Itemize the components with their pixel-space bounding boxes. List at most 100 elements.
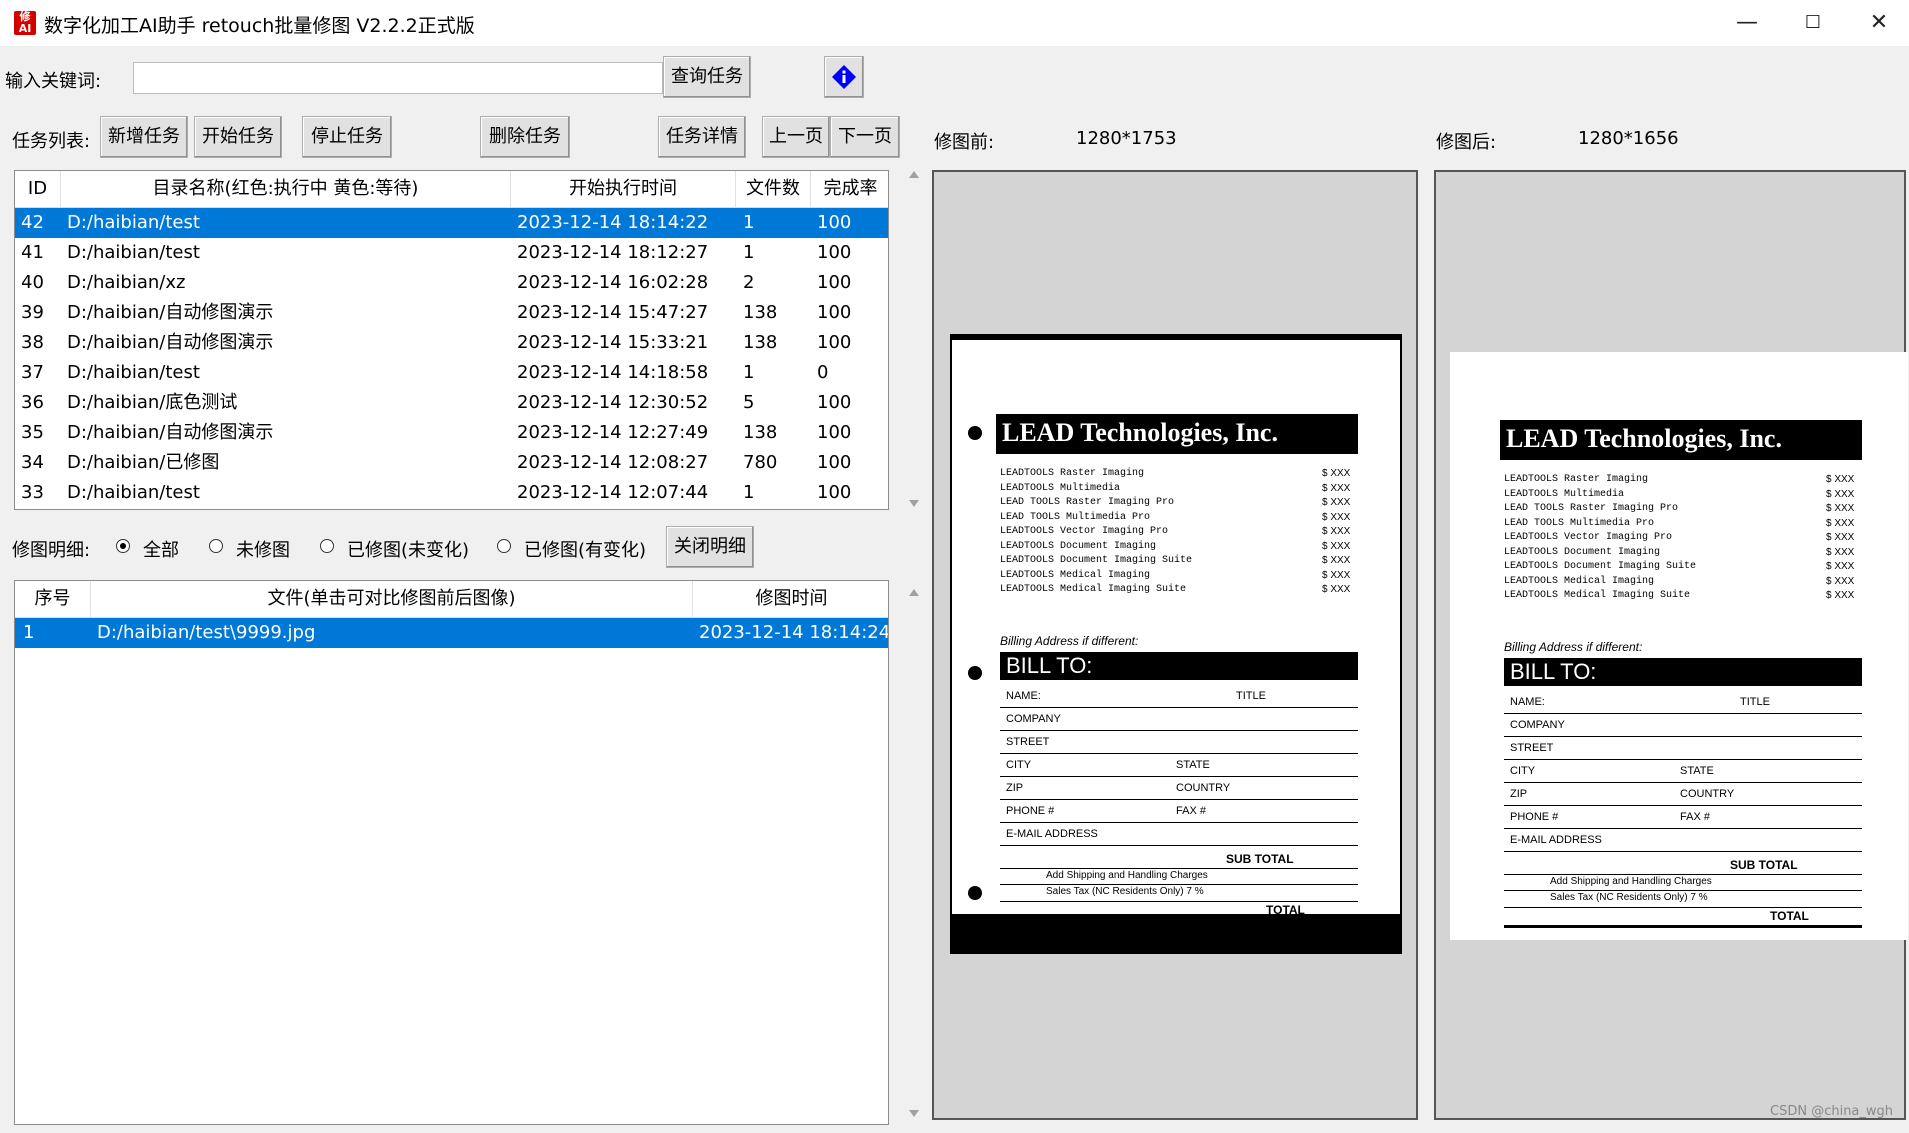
form-line bbox=[1504, 713, 1862, 714]
task-cell-id: 34 bbox=[21, 452, 44, 473]
before-image[interactable]: LEAD Technologies, Inc. LEADTOOLS Raster … bbox=[950, 334, 1402, 954]
task-cell-dir: D:/haibian/自动修图演示 bbox=[67, 332, 274, 353]
form-line bbox=[1504, 782, 1862, 783]
product-price: $ XXX bbox=[1826, 517, 1855, 529]
col-file-count[interactable]: 文件数 bbox=[736, 171, 811, 207]
form-line bbox=[1504, 874, 1862, 875]
task-cell-time: 2023-12-14 15:33:21 bbox=[517, 332, 709, 353]
task-row[interactable]: 41 D:/haibian/test 2023-12-14 18:12:27 1 100 bbox=[15, 238, 888, 268]
form-line bbox=[1504, 851, 1862, 852]
task-cell-rate: 0 bbox=[817, 362, 829, 383]
task-cell-dir: D:/haibian/自动修图演示 bbox=[67, 302, 274, 323]
form-line bbox=[1000, 901, 1358, 902]
task-table-header: ID 目录名称(红色:执行中 黄色:等待) 开始执行时间 文件数 完成率 bbox=[15, 171, 888, 208]
task-cell-rate: 100 bbox=[817, 422, 852, 443]
close-icon[interactable]: ✕ bbox=[1846, 0, 1909, 46]
col-start-time[interactable]: 开始执行时间 bbox=[511, 171, 736, 207]
task-cell-files: 138 bbox=[743, 332, 778, 353]
task-row[interactable]: 37 D:/haibian/test 2023-12-14 14:18:58 1 0 bbox=[15, 358, 888, 388]
task-list-label: 任务列表: bbox=[12, 131, 91, 152]
task-cell-files: 1 bbox=[743, 362, 755, 383]
task-row[interactable]: 42 D:/haibian/test 2023-12-14 18:14:22 1 100 bbox=[15, 208, 888, 238]
col-completion[interactable]: 完成率 bbox=[811, 171, 888, 207]
next-page-button[interactable]: 下一页 bbox=[830, 116, 900, 158]
close-detail-button[interactable]: 关闭明细 bbox=[666, 526, 754, 568]
form-field: NAME: bbox=[1006, 690, 1041, 702]
product-price: $ XXX bbox=[1322, 584, 1351, 595]
query-task-button[interactable]: 查询任务 bbox=[663, 56, 751, 98]
product-line: LEADTOOLS Document Imaging bbox=[1000, 540, 1157, 552]
info-button[interactable] bbox=[824, 56, 864, 98]
task-cell-time: 2023-12-14 12:08:27 bbox=[517, 452, 709, 473]
maximize-icon[interactable]: ☐ bbox=[1780, 0, 1846, 46]
col-id[interactable]: ID bbox=[15, 171, 61, 207]
col-dir[interactable]: 目录名称(红色:执行中 黄色:等待) bbox=[61, 171, 511, 207]
product-line: LEADTOOLS Vector Imaging Pro bbox=[1000, 526, 1169, 537]
task-row[interactable]: 40 D:/haibian/xz 2023-12-14 16:02:28 2 100 bbox=[15, 268, 888, 298]
task-cell-files: 1 bbox=[743, 482, 755, 503]
form-field: COUNTRY bbox=[1680, 788, 1735, 800]
task-row[interactable]: 33 D:/haibian/test 2023-12-14 12:07:44 1 100 bbox=[15, 478, 888, 508]
task-detail-button[interactable]: 任务详情 bbox=[658, 116, 746, 158]
detail-row[interactable]: 1 D:/haibian/test\9999.jpg 2023-12-14 18:1… bbox=[15, 618, 888, 648]
form-line bbox=[1000, 845, 1358, 846]
splitter-scrollbar[interactable] bbox=[908, 168, 920, 1128]
add-task-button[interactable]: 新增任务 bbox=[100, 116, 188, 158]
minimize-icon[interactable]: — bbox=[1714, 0, 1780, 46]
product-line: LEADTOOLS Medical Imaging Suite bbox=[1000, 584, 1187, 595]
form-line bbox=[1000, 868, 1358, 869]
task-row[interactable]: 35 D:/haibian/自动修图演示 2023-12-14 12:27:49 13… bbox=[15, 418, 888, 448]
radio-all-label[interactable]: 全部 bbox=[143, 536, 179, 562]
detail-cell-no: 1 bbox=[23, 622, 35, 643]
col-file[interactable]: 文件(单击可对比修图前后图像) bbox=[91, 581, 693, 617]
after-image-panel[interactable]: LEAD Technologies, Inc. LEADTOOLS Raster … bbox=[1434, 170, 1908, 1120]
task-cell-id: 35 bbox=[21, 422, 44, 443]
detail-table: 序号 文件(单击可对比修图前后图像) 修图时间 1 D:/haibian/test… bbox=[14, 580, 889, 1125]
task-row[interactable]: 39 D:/haibian/自动修图演示 2023-12-14 15:47:27 13… bbox=[15, 298, 888, 328]
watermark: CSDN @china_wgh bbox=[1770, 1104, 1894, 1119]
product-price: $ XXX bbox=[1322, 555, 1351, 566]
detail-cell-time: 2023-12-14 18:14:24 bbox=[699, 622, 889, 643]
task-row[interactable]: 34 D:/haibian/已修图 2023-12-14 12:08:27 780 10… bbox=[15, 448, 888, 478]
product-price: $ XXX bbox=[1826, 488, 1855, 500]
hole-punch-dot bbox=[968, 426, 982, 440]
bill-to-label: BILL TO: bbox=[1006, 653, 1093, 678]
col-seq[interactable]: 序号 bbox=[15, 581, 91, 617]
keyword-search-input[interactable] bbox=[133, 62, 663, 94]
sales-tax-line: Sales Tax (NC Residents Only) 7 % bbox=[1550, 892, 1708, 903]
radio-retouched-unchanged-label[interactable]: 已修图(未变化) bbox=[347, 536, 469, 562]
title-bar: 修 AI 数字化加工AI助手 retouch批量修图 V2.2.2正式版 — ☐ … bbox=[0, 0, 1909, 46]
form-field: STREET bbox=[1006, 736, 1050, 748]
prev-page-button[interactable]: 上一页 bbox=[762, 116, 830, 158]
after-size: 1280*1656 bbox=[1578, 128, 1679, 149]
task-cell-rate: 100 bbox=[817, 212, 852, 233]
radio-all[interactable] bbox=[116, 539, 130, 553]
keyword-label: 输入关键词: bbox=[5, 71, 102, 92]
task-row[interactable]: 36 D:/haibian/底色测试 2023-12-14 12:30:52 5 100 bbox=[15, 388, 888, 418]
radio-retouched-unchanged[interactable] bbox=[320, 539, 334, 553]
radio-not-retouched[interactable] bbox=[209, 539, 223, 553]
radio-retouched-changed[interactable] bbox=[497, 539, 511, 553]
stop-task-button[interactable]: 停止任务 bbox=[302, 116, 392, 158]
task-cell-rate: 100 bbox=[817, 272, 852, 293]
detail-table-header: 序号 文件(单击可对比修图前后图像) 修图时间 bbox=[15, 581, 888, 618]
task-cell-dir: D:/haibian/test bbox=[67, 482, 200, 503]
radio-retouched-changed-label[interactable]: 已修图(有变化) bbox=[524, 536, 646, 562]
product-line: LEADTOOLS Multimedia bbox=[1000, 482, 1121, 494]
task-row[interactable]: 38 D:/haibian/自动修图演示 2023-12-14 15:33:21 13… bbox=[15, 328, 888, 358]
start-task-button[interactable]: 开始任务 bbox=[194, 116, 282, 158]
radio-not-retouched-label[interactable]: 未修图 bbox=[236, 536, 290, 562]
task-cell-dir: D:/haibian/test bbox=[67, 212, 200, 233]
hole-punch-dot bbox=[968, 666, 982, 680]
task-cell-rate: 100 bbox=[817, 392, 852, 413]
after-image[interactable]: LEAD Technologies, Inc. LEADTOOLS Raster … bbox=[1450, 352, 1908, 940]
delete-task-button[interactable]: 删除任务 bbox=[480, 116, 570, 158]
product-price: $ XXX bbox=[1826, 532, 1855, 543]
task-cell-id: 40 bbox=[21, 272, 44, 293]
form-line bbox=[1504, 890, 1862, 891]
form-field: STREET bbox=[1510, 742, 1554, 754]
form-field: PHONE # bbox=[1006, 805, 1055, 817]
company-name: LEAD Technologies, Inc. bbox=[1002, 418, 1278, 447]
before-image-panel[interactable]: LEAD Technologies, Inc. LEADTOOLS Raster … bbox=[932, 170, 1418, 1120]
col-retouch-time[interactable]: 修图时间 bbox=[693, 581, 888, 617]
